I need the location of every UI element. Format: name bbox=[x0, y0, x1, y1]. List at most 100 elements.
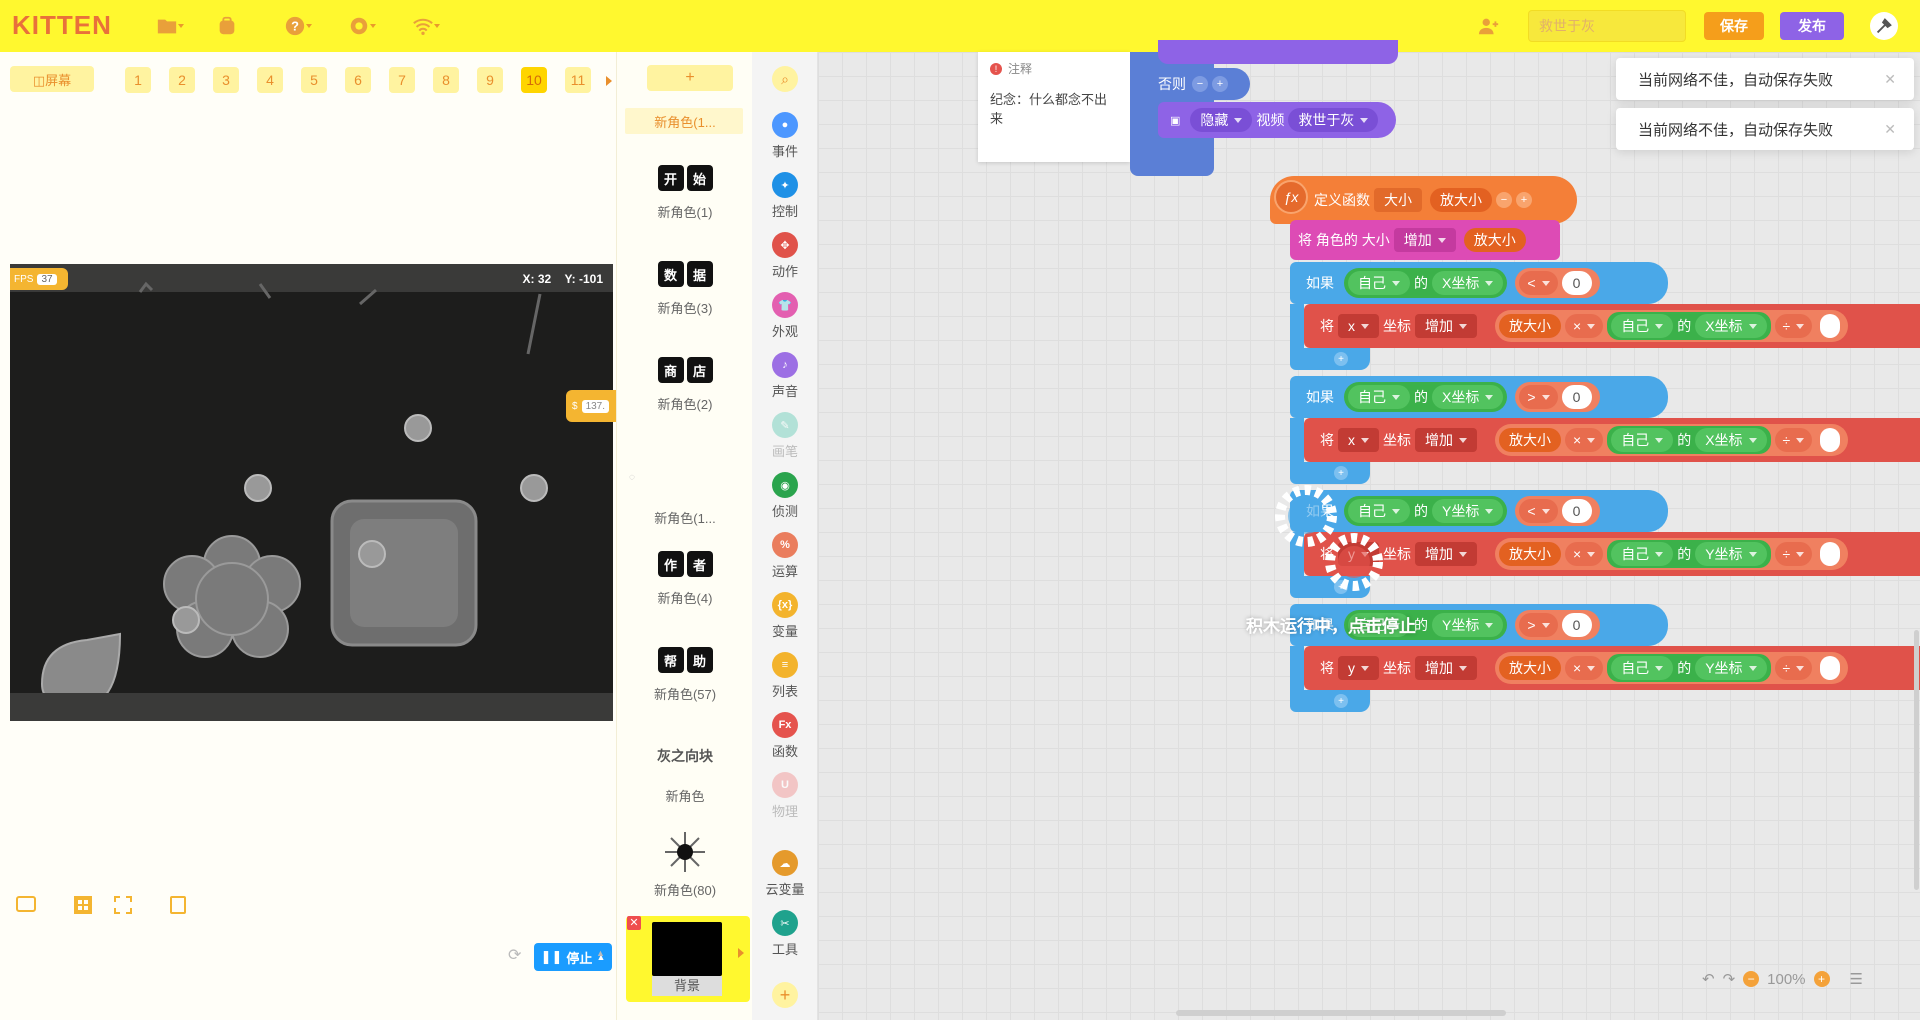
math-op-dropdown[interactable]: × bbox=[1565, 314, 1604, 338]
close-icon[interactable]: ✕ bbox=[1884, 121, 1896, 138]
click-stop-link[interactable]: 点击停止 bbox=[1348, 617, 1416, 636]
math-op-dropdown[interactable]: ÷ bbox=[1774, 428, 1813, 452]
plus-icon[interactable]: + bbox=[1212, 76, 1228, 92]
mobile-preview-icon[interactable] bbox=[170, 896, 186, 914]
running-notice[interactable]: 积木运行中，点击停止 bbox=[1246, 612, 1416, 637]
publish-button[interactable]: 发布 bbox=[1780, 12, 1844, 40]
op-dropdown[interactable]: 增加 bbox=[1415, 656, 1477, 680]
close-icon[interactable]: ✕ bbox=[1884, 71, 1896, 88]
wifi-icon[interactable] bbox=[406, 14, 440, 38]
video-name-dropdown[interactable]: 救世于灰 bbox=[1288, 108, 1379, 132]
param-value[interactable]: 放大小 bbox=[1499, 428, 1561, 452]
add-sprite-button[interactable]: + bbox=[647, 65, 733, 91]
change-coord-block[interactable]: 将 x 坐标 增加 放大小 × 自己的 X坐标 ÷ bbox=[1304, 304, 1920, 348]
zoom-out-icon[interactable]: − bbox=[1743, 971, 1760, 987]
define-function-block[interactable]: ƒx 定义函数 大小 放大小 − + bbox=[1270, 176, 1577, 224]
scene-tab-10[interactable]: 10 bbox=[521, 67, 547, 93]
axis-dropdown[interactable]: x bbox=[1338, 314, 1379, 338]
op-dropdown[interactable]: 增加 bbox=[1415, 428, 1477, 452]
backpack-icon[interactable] bbox=[210, 14, 244, 38]
size-value[interactable]: 放大小 bbox=[1463, 228, 1526, 252]
math-op-dropdown[interactable]: ÷ bbox=[1774, 542, 1813, 566]
add-param-icon[interactable]: + bbox=[1516, 192, 1532, 208]
math-op-dropdown[interactable]: × bbox=[1565, 542, 1604, 566]
search-icon[interactable]: ⌕ bbox=[772, 66, 798, 92]
scene-tab-8[interactable]: 8 bbox=[433, 67, 459, 93]
undo-icon[interactable]: ↶ bbox=[1702, 970, 1715, 988]
add-branch-icon[interactable]: + bbox=[1334, 694, 1348, 708]
add-user-icon[interactable] bbox=[1472, 14, 1506, 38]
object-dropdown[interactable]: 自己 bbox=[1611, 656, 1674, 680]
property-dropdown[interactable]: Y坐标 bbox=[1695, 656, 1767, 680]
zoom-in-icon[interactable]: + bbox=[1813, 971, 1830, 987]
compare-dropdown[interactable]: > bbox=[1519, 613, 1558, 637]
project-name-input[interactable]: 救世于灰 bbox=[1528, 10, 1686, 42]
delete-background-icon[interactable]: ✕ bbox=[627, 916, 641, 930]
param-value[interactable]: 放大小 bbox=[1499, 542, 1561, 566]
category-7[interactable]: % 运算 bbox=[752, 532, 818, 580]
help-icon[interactable]: ? bbox=[278, 14, 312, 38]
property-dropdown[interactable]: X坐标 bbox=[1695, 314, 1767, 338]
change-coord-block[interactable]: 将y坐标增加放大小×自己的Y坐标÷ bbox=[1304, 646, 1920, 690]
category-12[interactable]: ☁ 云变量 bbox=[752, 850, 818, 898]
category-8[interactable]: {x} 变量 bbox=[752, 592, 818, 640]
change-coord-block[interactable]: 将y坐标增加放大小×自己的Y坐标÷ bbox=[1304, 532, 1920, 576]
background-panel[interactable]: 背景 bbox=[626, 916, 750, 1002]
background-expand-icon[interactable] bbox=[738, 948, 744, 958]
sprite-item[interactable]: 新角色(1... bbox=[617, 112, 753, 131]
scene-tab-9[interactable]: 9 bbox=[477, 67, 503, 93]
collapse-icon[interactable]: ▲ bbox=[596, 948, 605, 958]
scene-tab-1[interactable]: 1 bbox=[125, 67, 151, 93]
category-0[interactable]: ● 事件 bbox=[752, 112, 818, 160]
math-op-dropdown[interactable]: ÷ bbox=[1774, 656, 1813, 680]
param-value[interactable]: 放大小 bbox=[1499, 656, 1561, 680]
compare-value[interactable]: 0 bbox=[1561, 271, 1592, 295]
variable-monitor[interactable]: $137. bbox=[566, 390, 616, 422]
compare-dropdown[interactable]: < bbox=[1519, 499, 1558, 523]
add-branch-icon[interactable]: + bbox=[1334, 466, 1348, 480]
category-4[interactable]: ♪ 声音 bbox=[752, 352, 818, 400]
add-branch-icon[interactable]: + bbox=[1334, 352, 1348, 366]
object-dropdown[interactable]: 自己 bbox=[1348, 271, 1410, 295]
hidden-eye-icon[interactable]: ◌ bbox=[629, 472, 635, 483]
category-2[interactable]: ✥ 动作 bbox=[752, 232, 818, 280]
object-dropdown[interactable]: 自己 bbox=[1611, 314, 1674, 338]
visibility-dropdown[interactable]: 隐藏 bbox=[1190, 108, 1253, 132]
change-size-block[interactable]: 将 角色的 大小 增加 放大小 bbox=[1290, 220, 1560, 260]
category-11[interactable]: U 物理 bbox=[752, 772, 818, 820]
op-dropdown[interactable]: 增加 bbox=[1415, 314, 1477, 338]
scene-tab-2[interactable]: 2 bbox=[169, 67, 195, 93]
category-3[interactable]: 👕 外观 bbox=[752, 292, 818, 340]
axis-dropdown[interactable]: y bbox=[1338, 656, 1379, 680]
property-dropdown[interactable]: Y坐标 bbox=[1432, 613, 1504, 637]
op-dropdown[interactable]: 增加 bbox=[1415, 542, 1477, 566]
workspace-menu-icon[interactable]: ☰ bbox=[1850, 970, 1863, 988]
background-thumbnail[interactable] bbox=[652, 922, 722, 976]
scene-tab-3[interactable]: 3 bbox=[213, 67, 239, 93]
refresh-icon[interactable]: ⟳ bbox=[508, 945, 521, 965]
category-10[interactable]: Fx 函数 bbox=[752, 712, 818, 760]
math-op-dropdown[interactable]: × bbox=[1565, 656, 1604, 680]
comment-note[interactable]: ! 注释 纪念：什么都念不出来 bbox=[978, 52, 1130, 162]
compare-value[interactable]: 0 bbox=[1561, 613, 1592, 637]
size-op-dropdown[interactable]: 增加 bbox=[1393, 228, 1456, 252]
object-dropdown[interactable]: 自己 bbox=[1348, 385, 1410, 409]
settings-gear-icon[interactable] bbox=[342, 14, 376, 38]
scene-tab-7[interactable]: 7 bbox=[389, 67, 415, 93]
divisor-value[interactable] bbox=[1820, 428, 1841, 452]
category-1[interactable]: ✦ 控制 bbox=[752, 172, 818, 220]
category-9[interactable]: ≡ 列表 bbox=[752, 652, 818, 700]
sprite-item[interactable]: 新角色(1... bbox=[617, 498, 753, 527]
axis-dropdown[interactable]: x bbox=[1338, 428, 1379, 452]
math-op-dropdown[interactable]: × bbox=[1565, 428, 1604, 452]
change-coord-block[interactable]: 将 x 坐标 增加 放大小 × 自己的 X坐标 ÷ bbox=[1304, 418, 1920, 462]
compare-dropdown[interactable]: > bbox=[1519, 385, 1558, 409]
else-label-block[interactable]: 否则 − + bbox=[1150, 68, 1250, 100]
screenshot-icon[interactable] bbox=[16, 896, 36, 912]
scene-scroll-right-icon[interactable] bbox=[606, 76, 612, 86]
grid-icon[interactable] bbox=[74, 896, 92, 914]
sprite-item[interactable]: 商店新角色(2) bbox=[617, 356, 753, 413]
sprite-item[interactable]: 帮助新角色(57) bbox=[617, 646, 753, 703]
divisor-value[interactable] bbox=[1820, 542, 1841, 566]
function-param[interactable]: 放大小 bbox=[1430, 188, 1492, 212]
